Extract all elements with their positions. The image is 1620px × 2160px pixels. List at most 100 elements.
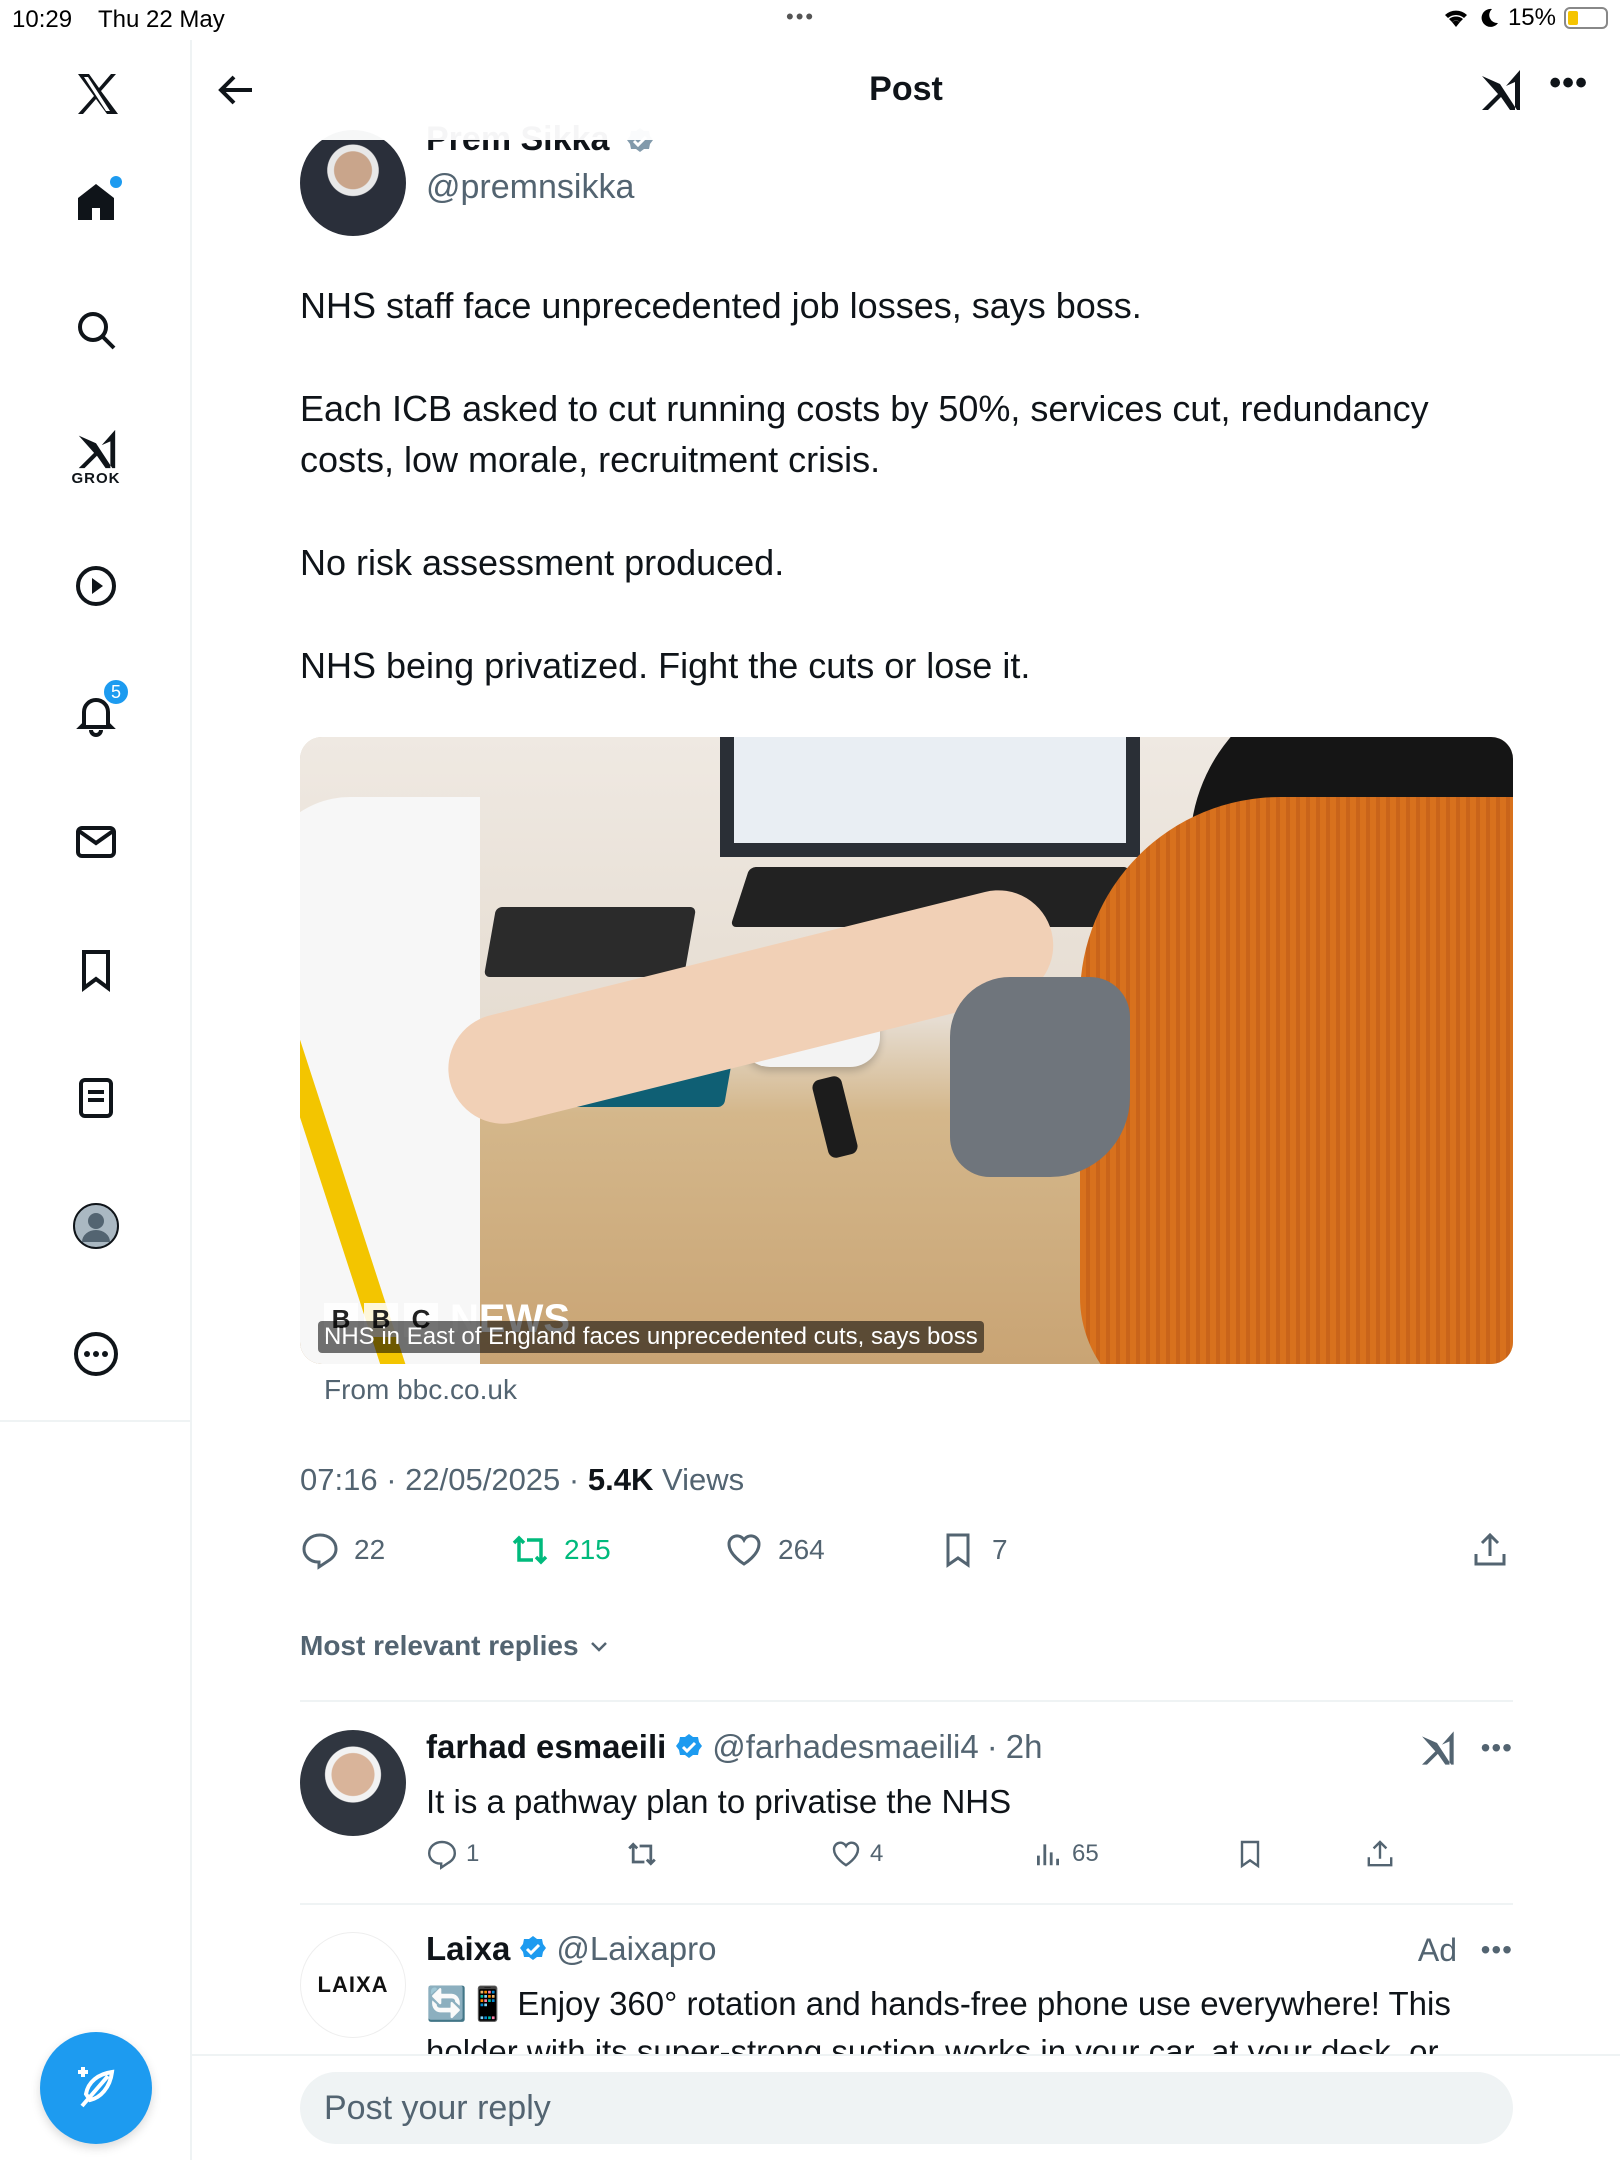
post-meta: 07:16 · 22/05/2025 · 5.4K Views	[300, 1462, 745, 1497]
multitasking-dots-icon[interactable]: •••	[786, 4, 815, 30]
views-label: Views	[661, 1462, 745, 1497]
reply-bookmark-button[interactable]	[1234, 1838, 1266, 1870]
reply-composer: Post your reply	[192, 2054, 1620, 2160]
chevron-down-icon	[590, 1642, 607, 1652]
home-unread-dot	[110, 176, 122, 188]
post-header: Post •••	[192, 40, 1620, 140]
analytics-icon	[1037, 1844, 1059, 1866]
grok-icon[interactable]	[1476, 66, 1524, 114]
page-title: Post	[869, 70, 943, 108]
author-handle[interactable]: @premnsikka	[426, 168, 634, 207]
link-card-title: NHS in East of England faces unprecedent…	[318, 1321, 984, 1353]
monitor-shape	[720, 737, 1140, 857]
reply-repost-button[interactable]	[626, 1838, 658, 1870]
repost-count: 215	[564, 1534, 611, 1565]
compose-feather-icon	[78, 2067, 115, 2108]
post-time[interactable]: 07:16	[300, 1462, 378, 1497]
ad-item[interactable]: LAIXA Laixa @Laixapro Ad ••• 🔄📱 Enjoy 36…	[300, 1932, 1513, 2054]
repost-icon	[628, 1842, 656, 1866]
repost-icon	[512, 1535, 548, 1565]
reply-reply-button[interactable]: 1	[426, 1838, 479, 1870]
repost-button[interactable]: 215	[510, 1530, 611, 1570]
reply-more-icon[interactable]: •••	[1481, 1732, 1513, 1764]
reply-author-row: farhad esmaeili @farhadesmaeili4 · 2h	[426, 1728, 1043, 1766]
ad-author-handle[interactable]: @Laixapro	[556, 1932, 716, 1968]
grok-icon[interactable]	[1417, 1728, 1457, 1768]
wifi-icon	[1444, 10, 1467, 27]
verified-badge-icon	[520, 1936, 547, 1960]
reply-button[interactable]: 22	[300, 1530, 385, 1570]
video-icon[interactable]	[56, 546, 136, 626]
ad-label: Ad	[1417, 1932, 1457, 1968]
post-text: NHS staff face unprecedented job losses,…	[300, 280, 1520, 743]
grok-label: GROK	[71, 469, 121, 487]
views-count: 5.4K	[587, 1462, 654, 1497]
messages-icon[interactable]	[56, 802, 136, 882]
bp-cuff-shape	[950, 977, 1130, 1177]
reply-icon	[302, 1533, 338, 1570]
battery-percent: 15%	[1507, 4, 1556, 31]
reply-author-name[interactable]: farhad esmaeili	[426, 1728, 666, 1766]
post-paragraph: Each ICB asked to cut running costs by 5…	[300, 388, 1429, 480]
status-bar: 10:29 Thu 22 May ••• 15%	[0, 0, 1620, 40]
ad-author-row: Laixa @Laixapro	[426, 1932, 716, 1968]
reply-like-button[interactable]: 4	[830, 1838, 883, 1870]
link-card-image[interactable]: B B C NEWS NHS in East of England faces …	[300, 737, 1513, 1364]
replies-sort-label: Most relevant replies	[300, 1630, 579, 1661]
replies-sort-dropdown[interactable]: Most relevant replies	[300, 1630, 611, 1662]
search-icon[interactable]	[56, 290, 136, 370]
profile-icon[interactable]	[56, 1186, 136, 1266]
link-card-source[interactable]: From bbc.co.uk	[324, 1374, 517, 1406]
post-date[interactable]: 22/05/2025	[405, 1462, 560, 1497]
share-icon	[1367, 1840, 1393, 1867]
divider	[300, 1700, 1513, 1702]
sidebar-divider	[0, 1420, 192, 1422]
like-button[interactable]: 264	[724, 1530, 825, 1570]
bookmark-icon	[946, 1533, 970, 1568]
reply-item[interactable]: farhad esmaeili @farhadesmaeili4 · 2h ••• …	[300, 1728, 1513, 1880]
status-right: 15%	[1442, 4, 1608, 32]
status-date: Thu 22 May	[98, 6, 225, 33]
ad-text: 🔄📱 Enjoy 360° rotation and hands-free ph…	[426, 1985, 1451, 2054]
compose-post-button[interactable]	[40, 2032, 152, 2144]
more-options-icon[interactable]	[56, 1314, 136, 1394]
reply-share-button[interactable]	[1364, 1838, 1396, 1870]
reply-actions: 1 4 65	[426, 1838, 1426, 1878]
heart-icon	[727, 1534, 761, 1566]
bookmark-icon	[1240, 1840, 1260, 1869]
like-count: 264	[778, 1534, 825, 1565]
verified-badge-icon	[676, 1734, 703, 1758]
reply-author-handle[interactable]: @farhadesmaeili4	[712, 1728, 978, 1766]
reply-avatar[interactable]	[300, 1730, 406, 1836]
notifications-badge: 5	[102, 678, 130, 706]
ad-more-icon[interactable]: •••	[1481, 1934, 1513, 1966]
ad-author-name[interactable]: Laixa	[426, 1932, 510, 1968]
author-avatar[interactable]	[300, 130, 406, 236]
reply-count: 22	[354, 1534, 386, 1565]
ad-avatar-logo[interactable]: LAIXA	[300, 1932, 406, 2038]
post-paragraph: No risk assessment produced.	[300, 542, 785, 583]
post-actions: 22 215 264 7	[300, 1530, 1520, 1582]
grok-icon	[78, 429, 116, 468]
sweater-shape	[1080, 797, 1513, 1364]
bookmark-count: 7	[992, 1534, 1008, 1565]
reply-icon	[427, 1840, 457, 1870]
home-icon[interactable]	[56, 162, 136, 242]
status-time: 10:29	[12, 6, 73, 33]
lists-icon[interactable]	[56, 1058, 136, 1138]
more-icon[interactable]: •••	[1549, 64, 1588, 103]
sidebar-item-grok[interactable]: GROK	[56, 416, 136, 496]
reply-input[interactable]: Post your reply	[300, 2072, 1513, 2144]
bookmark-button[interactable]: 7	[938, 1530, 1008, 1570]
post-paragraph: NHS staff face unprecedented job losses,…	[300, 285, 1142, 326]
notifications-icon[interactable]: 5	[56, 674, 136, 754]
reply-views-button[interactable]: 65	[1032, 1838, 1099, 1870]
post-paragraph: NHS being privatized. Fight the cuts or …	[300, 645, 1031, 686]
bookmarks-icon[interactable]	[56, 930, 136, 1010]
battery-icon	[1564, 7, 1608, 29]
reply-time[interactable]: 2h	[1006, 1728, 1043, 1766]
x-logo-icon[interactable]	[56, 54, 136, 134]
sidebar: GROK 5	[0, 40, 192, 2160]
moon-icon	[1481, 8, 1498, 27]
share-button[interactable]	[1470, 1530, 1510, 1570]
